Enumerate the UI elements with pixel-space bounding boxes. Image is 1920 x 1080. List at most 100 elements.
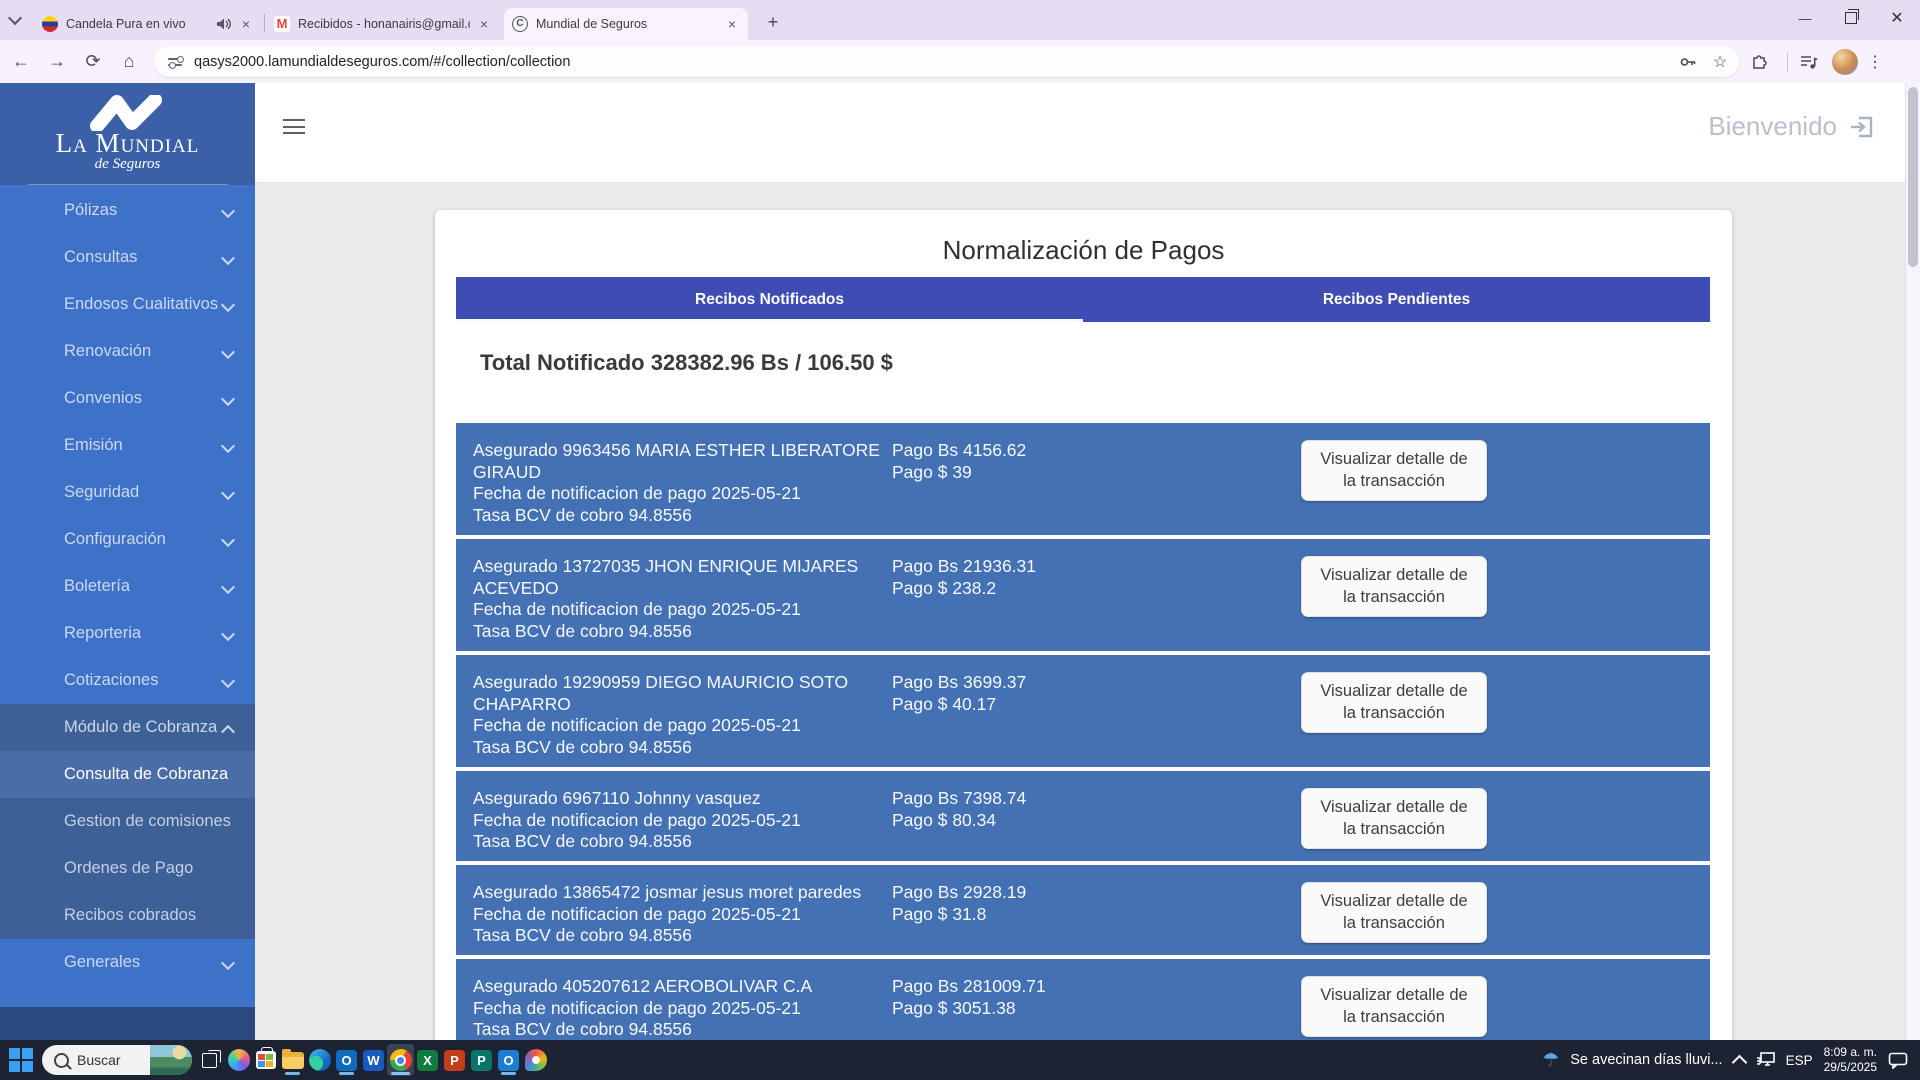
visualizar-detalle-button[interactable]: Visualizar detalle de la transacción: [1301, 976, 1487, 1037]
weather-text[interactable]: Se avecinan días lluvi...: [1570, 1052, 1722, 1068]
visualizar-detalle-button[interactable]: Visualizar detalle de la transacción: [1301, 672, 1487, 733]
fecha-notificacion: Fecha de notificacion de pago 2025-05-21: [473, 483, 888, 505]
hamburger-menu-icon[interactable]: [283, 119, 305, 134]
powerpoint-icon[interactable]: P: [441, 1044, 468, 1076]
browser-tab-mundial-active[interactable]: C Mundial de Seguros ×: [504, 8, 748, 40]
extensions-puzzle-icon[interactable]: [1747, 49, 1773, 75]
total-notificado: Total Notificado 328382.96 Bs / 106.50 $: [480, 350, 893, 376]
tray-chevron-up-icon[interactable]: [1731, 1054, 1747, 1070]
microsoft-store-icon[interactable]: [252, 1044, 279, 1076]
receipt-row: Asegurado 13865472 josmar jesus moret pa…: [456, 865, 1710, 955]
sidebar-item-emision[interactable]: Emisión: [0, 422, 255, 469]
chevron-down-icon: [221, 486, 235, 500]
home-button[interactable]: ⌂: [114, 47, 144, 77]
url-text[interactable]: qasys2000.lamundialdeseguros.com/#/colle…: [194, 54, 1675, 70]
forward-button[interactable]: →: [42, 47, 72, 77]
back-button[interactable]: ←: [6, 47, 36, 77]
excel-icon[interactable]: X: [414, 1044, 441, 1076]
sidebar-item-generales[interactable]: Generales: [0, 939, 255, 986]
page-scrollbar[interactable]: [1905, 83, 1920, 1040]
tab-close-icon[interactable]: ×: [724, 16, 740, 32]
sidebar-item-reporteria[interactable]: Reporteria: [0, 610, 255, 657]
pago-bs: Pago Bs 2928.19: [892, 882, 1026, 904]
bookmark-star-icon[interactable]: ☆: [1707, 49, 1733, 75]
copilot-icon[interactable]: [225, 1044, 252, 1076]
outlook-new-icon[interactable]: O: [495, 1044, 522, 1076]
visualizar-detalle-button[interactable]: Visualizar detalle de la transacción: [1301, 556, 1487, 617]
reload-button[interactable]: ⟳: [78, 47, 108, 77]
tab-recibos-pendientes[interactable]: Recibos Pendientes: [1083, 277, 1710, 322]
window-close-button[interactable]: ✕: [1874, 0, 1920, 36]
sidebar-item-polizas[interactable]: Pólizas: [0, 187, 255, 234]
pago-bs: Pago Bs 3699.37: [892, 672, 1026, 694]
sidebar-item-consulta-cobranza[interactable]: Consulta de Cobranza: [0, 751, 255, 798]
task-view-icon[interactable]: [198, 1044, 225, 1076]
asegurado-name: Asegurado 405207612 AEROBOLIVAR C.A: [473, 976, 888, 998]
weather-umbrella-icon[interactable]: ☂: [1542, 1049, 1559, 1072]
visualizar-detalle-button[interactable]: Visualizar detalle de la transacción: [1301, 882, 1487, 943]
visualizar-detalle-button[interactable]: Visualizar detalle de la transacción: [1301, 788, 1487, 849]
publisher-icon[interactable]: P: [468, 1044, 495, 1076]
sidebar-item-convenios[interactable]: Convenios: [0, 375, 255, 422]
visualizar-detalle-button[interactable]: Visualizar detalle de la transacción: [1301, 440, 1487, 501]
taskbar-clock[interactable]: 8:09 a. m. 29/5/2025: [1824, 1045, 1877, 1075]
tasa-bcv: Tasa BCV de cobro 94.8556: [473, 1019, 888, 1040]
system-tray: ☂ Se avecinan días lluvi... ESP 8:09 a. …: [1542, 1045, 1920, 1075]
fecha-notificacion: Fecha de notificacion de pago 2025-05-21: [473, 998, 888, 1020]
tab-recibos-notificados[interactable]: Recibos Notificados: [456, 277, 1083, 322]
taskbar-search-input[interactable]: Buscar: [42, 1045, 192, 1075]
sidebar-item-cotizaciones[interactable]: Cotizaciones: [0, 657, 255, 704]
scrollbar-thumb[interactable]: [1908, 87, 1918, 267]
network-icon[interactable]: [1756, 1052, 1775, 1068]
restore-button[interactable]: [1828, 0, 1874, 36]
edge-icon[interactable]: [306, 1044, 333, 1076]
new-tab-button[interactable]: +: [760, 10, 786, 36]
sidebar-item-endosos[interactable]: Endosos Cualitativos: [0, 281, 255, 328]
sidebar-item-modulo-cobranza[interactable]: Módulo de Cobranza: [0, 704, 255, 751]
tab-audio-icon[interactable]: [216, 17, 232, 31]
language-indicator[interactable]: ESP: [1786, 1053, 1813, 1068]
sidebar-item-recibos-cobrados[interactable]: Recibos cobrados: [0, 892, 255, 939]
asegurado-name: Asegurado 13865472 josmar jesus moret pa…: [473, 882, 888, 904]
tab-close-icon[interactable]: ×: [476, 16, 492, 32]
minimize-button[interactable]: —: [1782, 0, 1828, 36]
sidebar-item-configuracion[interactable]: Configuración: [0, 516, 255, 563]
tasa-bcv: Tasa BCV de cobro 94.8556: [473, 831, 888, 853]
tab-close-icon[interactable]: ×: [238, 16, 254, 32]
sidebar-item-boleteria[interactable]: Boletería: [0, 563, 255, 610]
media-controls-icon[interactable]: [1796, 49, 1822, 75]
tab-title: Mundial de Seguros: [536, 17, 718, 31]
pago-usd: Pago $ 3051.38: [892, 998, 1046, 1020]
browser-tab-candela[interactable]: Candela Pura en vivo ×: [34, 8, 262, 40]
fecha-notificacion: Fecha de notificacion de pago 2025-05-21: [473, 904, 888, 926]
paint-icon[interactable]: [522, 1044, 549, 1076]
fecha-notificacion: Fecha de notificacion de pago 2025-05-21: [473, 810, 888, 832]
start-button-icon[interactable]: [8, 1047, 34, 1073]
password-key-icon[interactable]: [1675, 49, 1701, 75]
logout-icon[interactable]: [1849, 114, 1877, 140]
chrome-icon[interactable]: [387, 1044, 414, 1076]
sidebar-item-gestion-comisiones[interactable]: Gestion de comisiones: [0, 798, 255, 845]
browser-menu-kebab-icon[interactable]: ⋮: [1862, 49, 1888, 75]
file-explorer-icon[interactable]: [279, 1044, 306, 1076]
pago-usd: Pago $ 238.2: [892, 578, 1036, 600]
search-placeholder: Buscar: [77, 1052, 150, 1068]
sidebar-item-seguridad[interactable]: Seguridad: [0, 469, 255, 516]
site-settings-icon[interactable]: [168, 54, 184, 70]
sidebar-footer: [0, 1007, 255, 1040]
sidebar-item-renovacion[interactable]: Renovación: [0, 328, 255, 375]
address-bar[interactable]: qasys2000.lamundialdeseguros.com/#/colle…: [154, 46, 1739, 77]
sidebar-item-consultas[interactable]: Consultas: [0, 234, 255, 281]
word-icon[interactable]: W: [360, 1044, 387, 1076]
outlook-icon[interactable]: O: [333, 1044, 360, 1076]
tasa-bcv: Tasa BCV de cobro 94.8556: [473, 925, 888, 947]
asegurado-name: Asegurado 6967110 Johnny vasquez: [473, 788, 888, 810]
asegurado-name: Asegurado 9963456 MARIA ESTHER LIBERATOR…: [473, 440, 888, 483]
tab-search-chevron-icon[interactable]: [10, 10, 32, 30]
browser-tab-gmail[interactable]: M Recibidos - honanairis@gmail.c ×: [266, 8, 500, 40]
welcome-text: Bienvenido: [1708, 111, 1837, 142]
notifications-icon[interactable]: [1888, 1052, 1908, 1069]
chevron-down-icon: [221, 627, 235, 641]
sidebar-item-ordenes-pago[interactable]: Ordenes de Pago: [0, 845, 255, 892]
profile-avatar[interactable]: [1832, 49, 1858, 75]
